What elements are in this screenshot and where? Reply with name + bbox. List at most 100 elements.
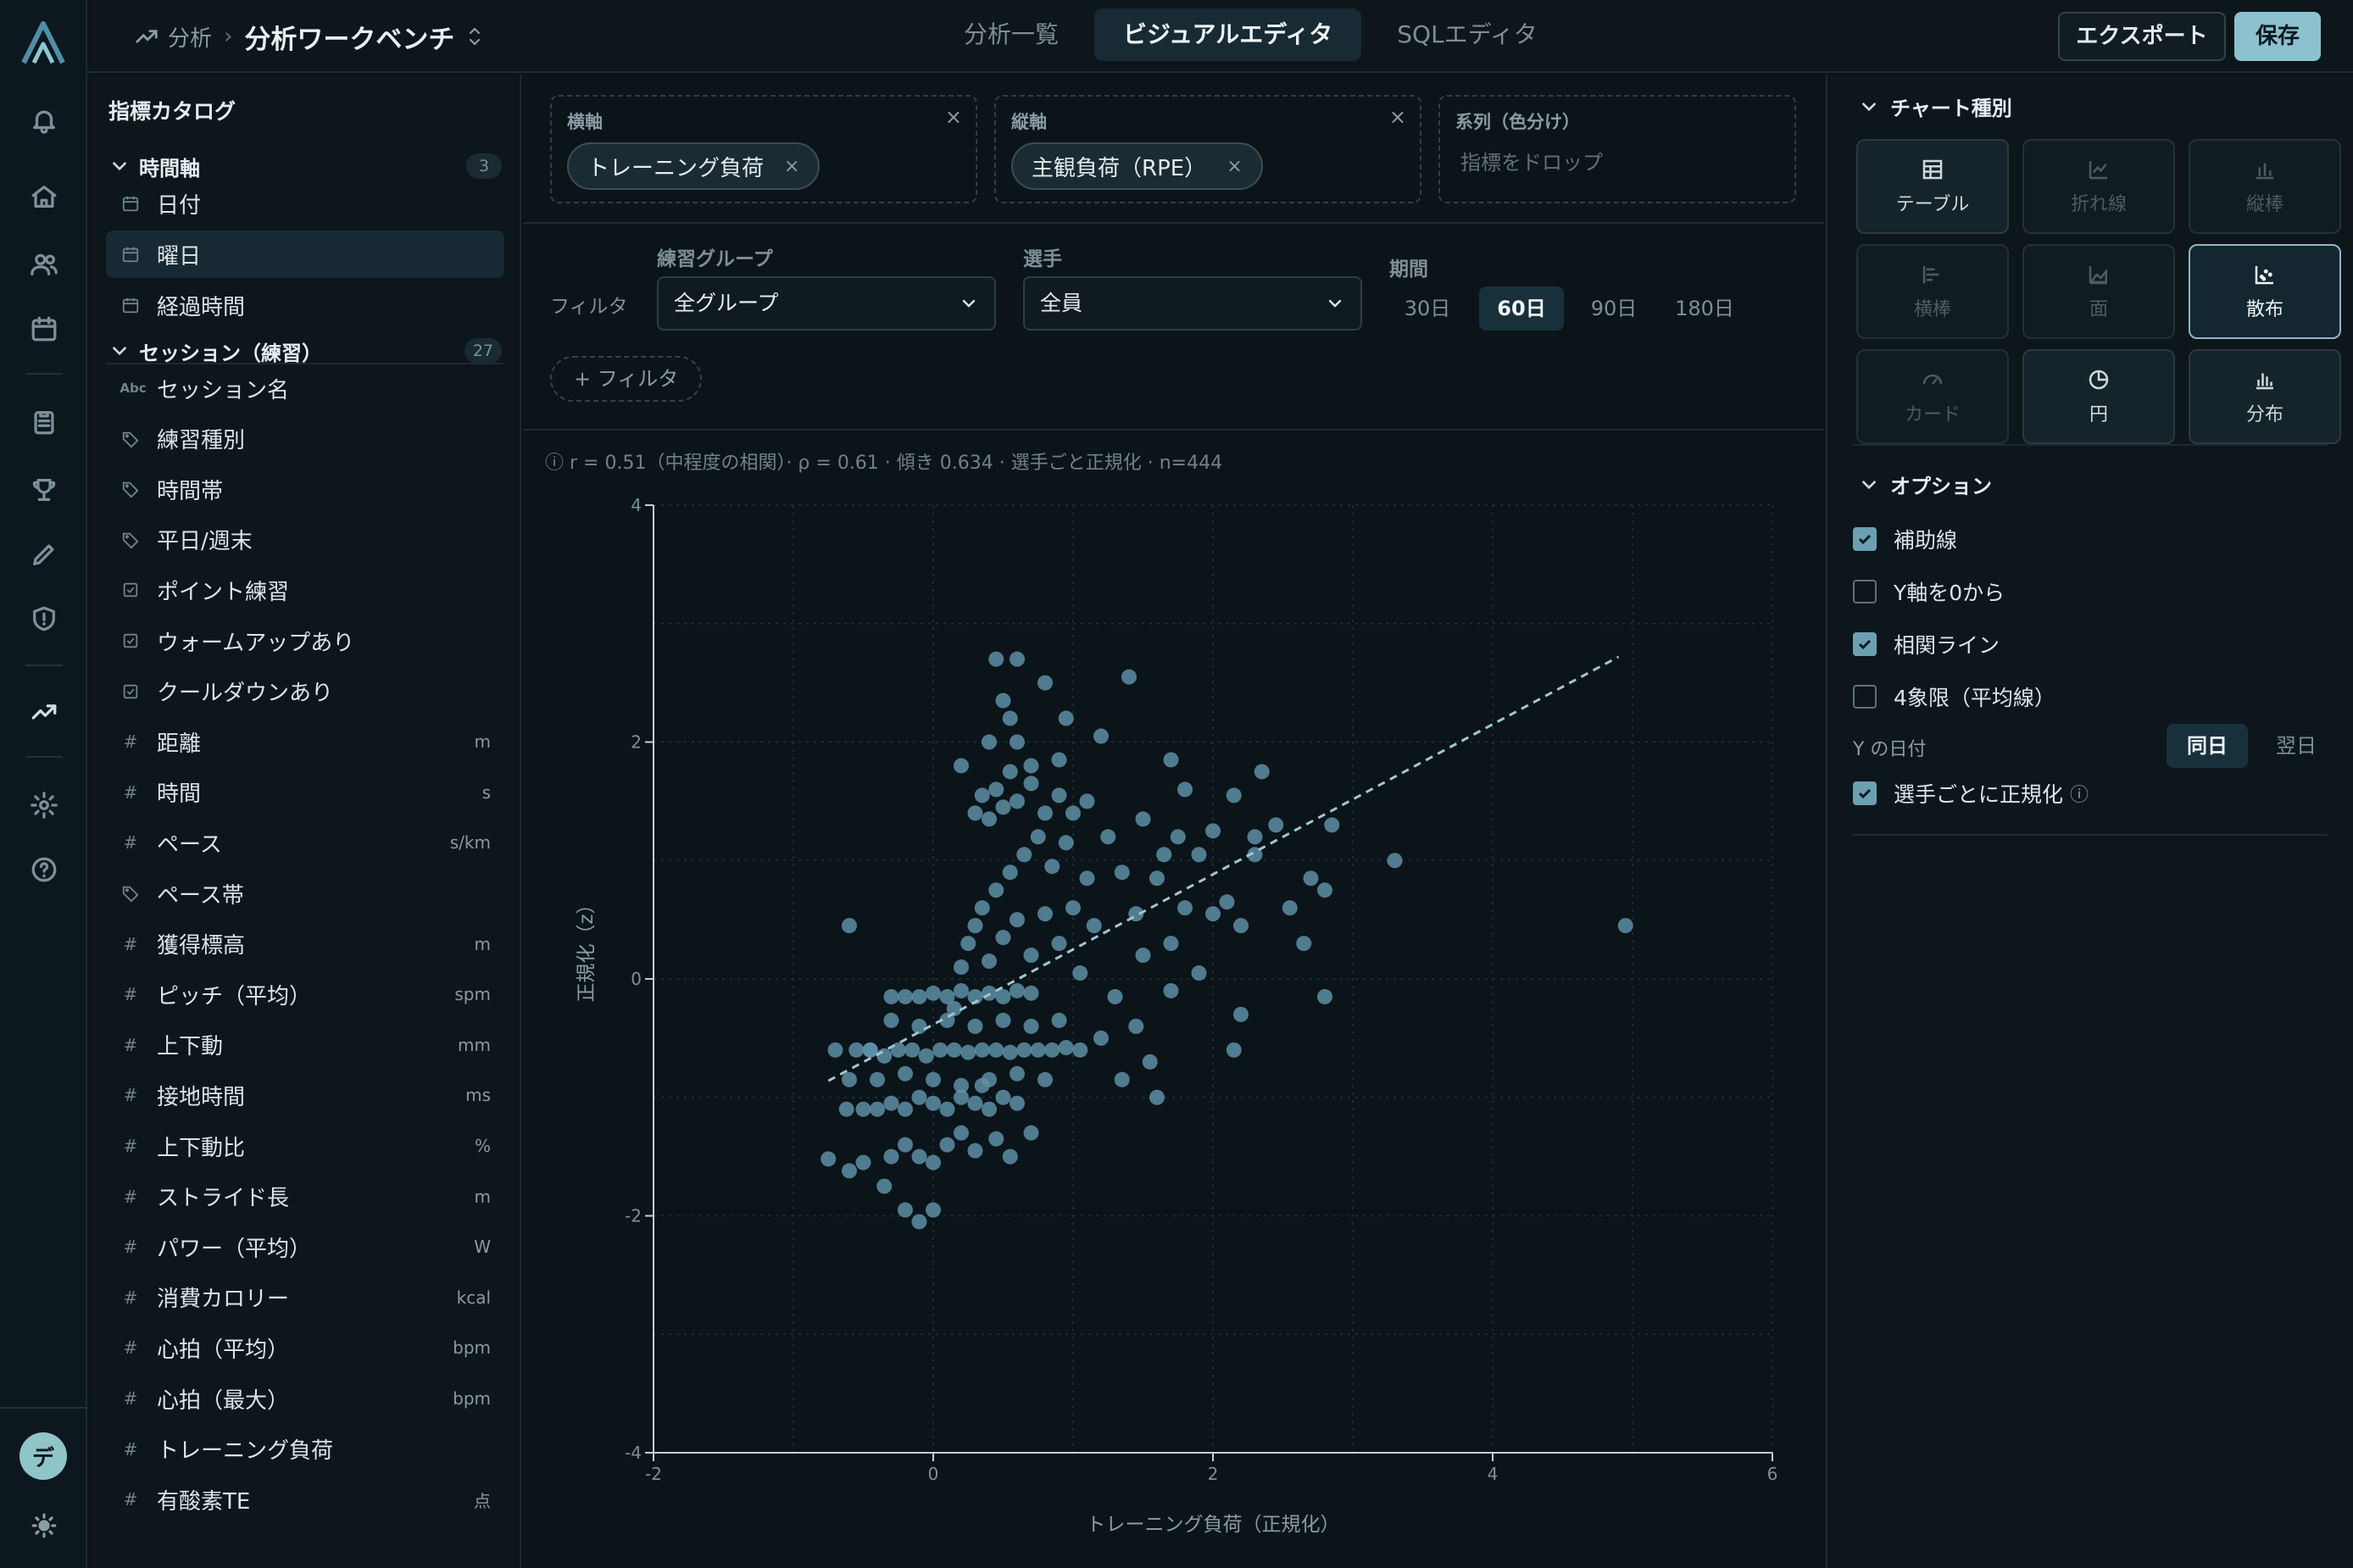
- catalog-group-count: 3: [466, 153, 502, 179]
- scatter-point: [1058, 710, 1074, 726]
- scatter-point: [1107, 988, 1123, 1004]
- y-tick-label: 0: [631, 969, 642, 989]
- catalog-item[interactable]: # 接地時間 ms: [106, 1071, 504, 1119]
- trophy-icon[interactable]: [25, 471, 63, 509]
- option-checkbox[interactable]: [1853, 580, 1877, 603]
- clipboard-icon[interactable]: [25, 403, 63, 441]
- chart-type-tile[interactable]: 縦棒: [2189, 139, 2341, 234]
- option-checkbox[interactable]: [1853, 632, 1877, 656]
- chart-type-tile[interactable]: カード: [1856, 349, 2009, 444]
- option-checkbox[interactable]: [1853, 685, 1877, 709]
- chart-type-section[interactable]: チャート種別: [1860, 92, 2012, 121]
- catalog-item[interactable]: # トレーニング負荷: [106, 1426, 504, 1473]
- tab-sql-editor[interactable]: SQLエディタ: [1368, 8, 1566, 61]
- catalog-item-label: ペース帯: [157, 882, 244, 909]
- catalog-item[interactable]: クールダウンあり: [106, 668, 504, 715]
- catalog-item-label: 上下動: [157, 1034, 224, 1060]
- save-button[interactable]: 保存: [2234, 12, 2321, 61]
- shield-icon[interactable]: [25, 600, 63, 637]
- help-icon[interactable]: [25, 851, 63, 888]
- normalize-label: 選手ごとに正規化: [1894, 782, 2064, 807]
- scatter-point: [1044, 859, 1060, 875]
- scatter-point: [1079, 793, 1095, 809]
- catalog-item[interactable]: # 時間 s: [106, 769, 504, 816]
- scatter-point: [1086, 918, 1102, 934]
- catalog-item-unit: mm: [458, 1034, 491, 1055]
- scatter-point: [982, 734, 997, 750]
- option-row[interactable]: Y軸を0から: [1853, 573, 2005, 610]
- catalog-item[interactable]: # ピッチ（平均） spm: [106, 970, 504, 1018]
- catalog-item[interactable]: # ペース s/km: [106, 819, 504, 866]
- chart-type-tile[interactable]: 円: [2022, 349, 2175, 444]
- catalog-item[interactable]: ペース帯: [106, 870, 504, 917]
- catalog-item[interactable]: 経過時間: [106, 281, 504, 329]
- info-icon[interactable]: ⓘ: [2070, 780, 2089, 807]
- catalog-item[interactable]: 時間帯: [106, 465, 504, 513]
- scatter-point: [1093, 728, 1109, 744]
- pencil-icon[interactable]: [25, 536, 63, 573]
- option-row[interactable]: 4象限（平均線）: [1853, 678, 2055, 715]
- catalog-item[interactable]: # 獲得標高 m: [106, 920, 504, 968]
- chart-type-label: 横棒: [1913, 299, 1951, 320]
- breadcrumb-parent[interactable]: 分析: [168, 21, 212, 53]
- chart-type-tile[interactable]: 分布: [2189, 349, 2341, 444]
- chart-type-tile[interactable]: 折れ線: [2022, 139, 2175, 234]
- hash-icon: #: [123, 1085, 138, 1106]
- catalog-item[interactable]: # 消費カロリー kcal: [106, 1274, 504, 1321]
- scatter-point: [911, 1089, 927, 1105]
- avatar[interactable]: デ: [19, 1432, 67, 1480]
- chart-type-tile[interactable]: 散布: [2189, 244, 2341, 339]
- catalog-item[interactable]: Abc セッション名: [106, 364, 504, 412]
- export-button[interactable]: エクスポート: [2058, 12, 2226, 61]
- catalog-item[interactable]: # 上下動 mm: [106, 1021, 504, 1069]
- option-row[interactable]: 相関ライン: [1853, 626, 2000, 663]
- catalog-item-label: ポイント練習: [157, 579, 290, 605]
- catalog-item[interactable]: # 上下動比 %: [106, 1122, 504, 1170]
- catalog-item[interactable]: # 有酸素TE 点: [106, 1476, 504, 1523]
- calendar-icon[interactable]: [25, 310, 63, 348]
- option-checkbox[interactable]: [1853, 527, 1877, 551]
- chart-type-tile[interactable]: 横棒: [1856, 244, 2009, 339]
- bell-icon[interactable]: [25, 102, 63, 139]
- catalog-item[interactable]: 練習種別: [106, 415, 504, 463]
- ydate-same-day[interactable]: 同日: [2167, 724, 2248, 768]
- scatter-point: [967, 805, 983, 821]
- theme-toggle-icon[interactable]: [25, 1507, 63, 1544]
- catalog-group-header[interactable]: 時間軸 3: [110, 149, 502, 183]
- scatter-point: [974, 1042, 990, 1058]
- normalize-checkbox[interactable]: [1853, 781, 1877, 805]
- ydate-next-day[interactable]: 翌日: [2258, 724, 2334, 768]
- scatter-point: [855, 1154, 871, 1170]
- catalog-item[interactable]: # 心拍（最大） bpm: [106, 1375, 504, 1422]
- tab-visual-editor[interactable]: ビジュアルエディタ: [1094, 8, 1362, 61]
- scatter-point: [982, 811, 997, 827]
- scatter-chart[interactable]: -2 0 2 4 6-4-2024トレーニング負荷（正規化）正規化（z）: [523, 75, 1824, 1568]
- chart-type-title: チャート種別: [1890, 97, 2012, 120]
- catalog-item[interactable]: # 心拍（平均） bpm: [106, 1324, 504, 1371]
- catalog-item[interactable]: 平日/週末: [106, 516, 504, 564]
- catalog-item[interactable]: # ストライド長 m: [106, 1173, 504, 1220]
- switch-updown-icon[interactable]: [466, 25, 483, 47]
- users-icon[interactable]: [25, 246, 63, 283]
- gear-icon[interactable]: [25, 787, 63, 824]
- catalog-item[interactable]: ウォームアップあり: [106, 617, 504, 664]
- app-logo[interactable]: [19, 19, 68, 68]
- options-section[interactable]: オプション: [1860, 470, 1992, 499]
- scatter-point: [926, 1154, 941, 1170]
- catalog-item[interactable]: # パワー（平均） W: [106, 1223, 504, 1271]
- catalog-item[interactable]: 日付: [106, 180, 504, 227]
- chart-type-tile[interactable]: テーブル: [1856, 139, 2009, 234]
- option-row[interactable]: 補助線: [1853, 520, 1957, 558]
- hash-icon: #: [123, 1237, 138, 1258]
- catalog-group-header[interactable]: セッション（練習） 27: [110, 334, 502, 368]
- catalog-item[interactable]: ポイント練習: [106, 566, 504, 614]
- home-icon[interactable]: [25, 178, 63, 215]
- trend-icon[interactable]: [25, 693, 63, 731]
- catalog-item[interactable]: 曜日: [106, 231, 504, 278]
- scatter-point: [898, 1137, 913, 1153]
- scatter-point: [988, 882, 1004, 898]
- catalog-item[interactable]: # 距離 m: [106, 718, 504, 765]
- normalize-option[interactable]: 選手ごとに正規化 ⓘ: [1853, 775, 2089, 812]
- chart-type-tile[interactable]: 面: [2022, 244, 2175, 339]
- tab-analysis-list[interactable]: 分析一覧: [935, 8, 1087, 61]
